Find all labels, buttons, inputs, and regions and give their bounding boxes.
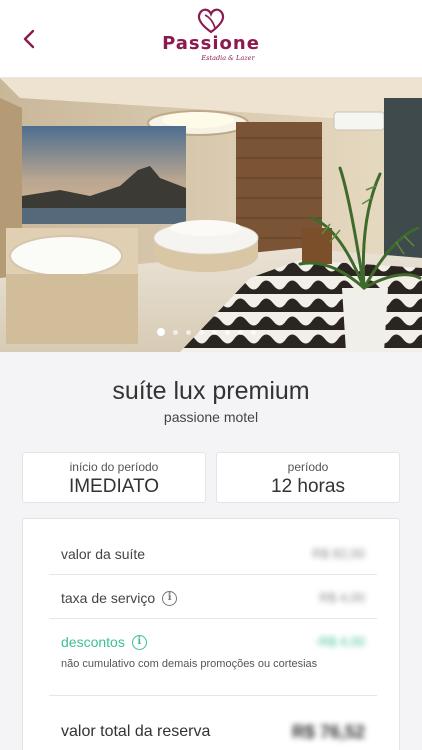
carousel-dot[interactable] [250, 329, 256, 335]
total-label: valor total da reserva [61, 723, 211, 740]
period-duration-box[interactable]: período 12 horas [216, 452, 400, 503]
period-duration-label: período [287, 460, 329, 474]
info-icon[interactable]: i [162, 590, 178, 606]
logo-name: Passione [162, 33, 260, 54]
suite-price-label: valor da suíte [61, 546, 146, 562]
carousel-dot[interactable] [237, 329, 243, 335]
carousel-pagination[interactable] [0, 326, 422, 338]
divider [49, 574, 377, 575]
discount-label-group: descontos i [61, 633, 147, 651]
suite-price-value: R$ 82,00 [312, 546, 365, 561]
heart-logo-icon [197, 8, 225, 34]
chevron-left-icon [23, 29, 35, 49]
suite-name: suíte lux premium [112, 377, 310, 405]
discount-note: não cumulativo com demais promoções ou c… [61, 658, 318, 670]
suite-photo-carousel[interactable] [0, 78, 422, 352]
period-duration-value: 12 horas [271, 476, 345, 497]
divider [49, 695, 377, 696]
price-summary-card: valor da suíte R$ 82,00 taxa de serviço … [22, 518, 400, 750]
motel-name: passione motel [163, 409, 259, 425]
service-fee-label-group: taxa de serviço i [61, 589, 178, 607]
period-start-value: IMEDIATO [68, 476, 160, 497]
discount-value: -R$ 4,00 [315, 634, 365, 649]
carousel-dot[interactable] [224, 329, 230, 335]
carousel-dot[interactable] [198, 329, 204, 335]
back-button[interactable] [14, 24, 44, 54]
carousel-dot-active[interactable] [156, 328, 165, 336]
discount-label: descontos [61, 634, 125, 650]
total-value: R$ 76,52 [291, 722, 365, 742]
period-start-label: início do período [69, 460, 159, 474]
period-start-box[interactable]: início do período IMEDIATO [22, 452, 206, 503]
divider [49, 618, 377, 619]
info-icon[interactable]: i [131, 634, 147, 650]
app-header: Passione Estadia & Lazer [0, 0, 422, 78]
passione-logo: Passione Estadia & Lazer [150, 8, 272, 68]
carousel-dot[interactable] [172, 329, 178, 335]
service-fee-label: taxa de serviço [61, 590, 156, 606]
carousel-dot[interactable] [211, 329, 217, 335]
logo-tagline: Estadia & Lazer [201, 54, 255, 62]
suite-photo [0, 78, 422, 352]
service-fee-value: R$ 4,00 [319, 590, 365, 605]
carousel-dot[interactable] [185, 329, 191, 335]
